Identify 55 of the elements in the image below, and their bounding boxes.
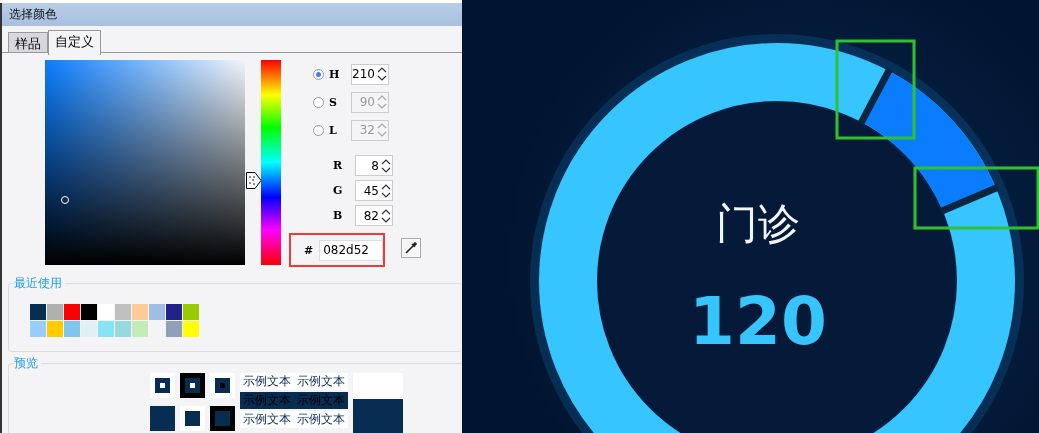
hue-slider-thumb[interactable]	[246, 171, 262, 189]
color-swatch[interactable]	[166, 304, 182, 320]
color-swatch[interactable]	[30, 321, 46, 337]
hash-label: #	[303, 243, 315, 257]
color-swatch[interactable]	[149, 304, 165, 320]
preview-swatch	[180, 373, 205, 398]
hue-slider[interactable]	[246, 60, 281, 265]
color-swatch[interactable]	[30, 304, 46, 320]
sample-text: 示例文本	[297, 411, 345, 428]
color-swatch[interactable]	[183, 304, 199, 320]
preview-swatch	[150, 405, 175, 431]
gauge-label: 门诊	[716, 199, 800, 248]
spinner-arrows-icon[interactable]	[376, 65, 388, 83]
group-title: 预览	[14, 355, 41, 372]
sample-text: 示例文本	[297, 392, 345, 409]
channel-label: R	[332, 159, 344, 172]
hex-input-field[interactable]: 082d52	[319, 239, 383, 261]
radio-button[interactable]	[313, 68, 324, 80]
number-spinner[interactable]: 210	[351, 63, 389, 85]
sample-text: 示例文本	[297, 373, 345, 390]
preview-swatch	[210, 405, 235, 431]
color-swatch[interactable]	[132, 304, 148, 320]
channel-label: H	[328, 67, 341, 81]
color-swatch[interactable]	[115, 321, 131, 337]
eyedropper-icon[interactable]	[401, 238, 421, 258]
number-spinner[interactable]: 8	[355, 155, 393, 176]
tab[interactable]: 自定义	[48, 30, 101, 55]
color-swatch[interactable]	[115, 304, 131, 320]
group-title: 最近使用	[14, 275, 65, 292]
channel-label: B	[332, 209, 344, 222]
tab[interactable]: 样品	[8, 32, 48, 52]
color-swatch[interactable]	[98, 304, 114, 320]
gauge-value: 120	[689, 283, 827, 360]
dialog-title: 选择颜色	[2, 3, 462, 26]
sample-text: 示例文本	[243, 392, 291, 409]
color-swatch[interactable]	[64, 321, 80, 337]
color-swatch[interactable]	[81, 304, 97, 320]
color-swatch[interactable]	[64, 304, 80, 320]
number-spinner[interactable]: 45	[355, 180, 393, 201]
number-spinner[interactable]: 82	[355, 205, 393, 226]
sample-text: 示例文本	[243, 373, 291, 390]
color-swatch[interactable]	[132, 321, 148, 337]
color-swatch[interactable]	[47, 304, 63, 320]
color-swatch[interactable]	[98, 321, 114, 337]
channel-label: G	[332, 184, 344, 197]
color-swatch[interactable]	[81, 321, 97, 337]
channel-label: S	[328, 95, 338, 109]
color-swatch[interactable]	[166, 321, 182, 337]
preview-swatch	[210, 373, 235, 398]
color-gradient-area[interactable]	[45, 60, 245, 265]
sample-text: 示例文本	[243, 411, 291, 428]
channel-label: L	[328, 123, 338, 137]
color-swatch[interactable]	[47, 321, 63, 337]
preview-swatch	[150, 373, 175, 398]
color-swatch[interactable]	[183, 321, 199, 337]
